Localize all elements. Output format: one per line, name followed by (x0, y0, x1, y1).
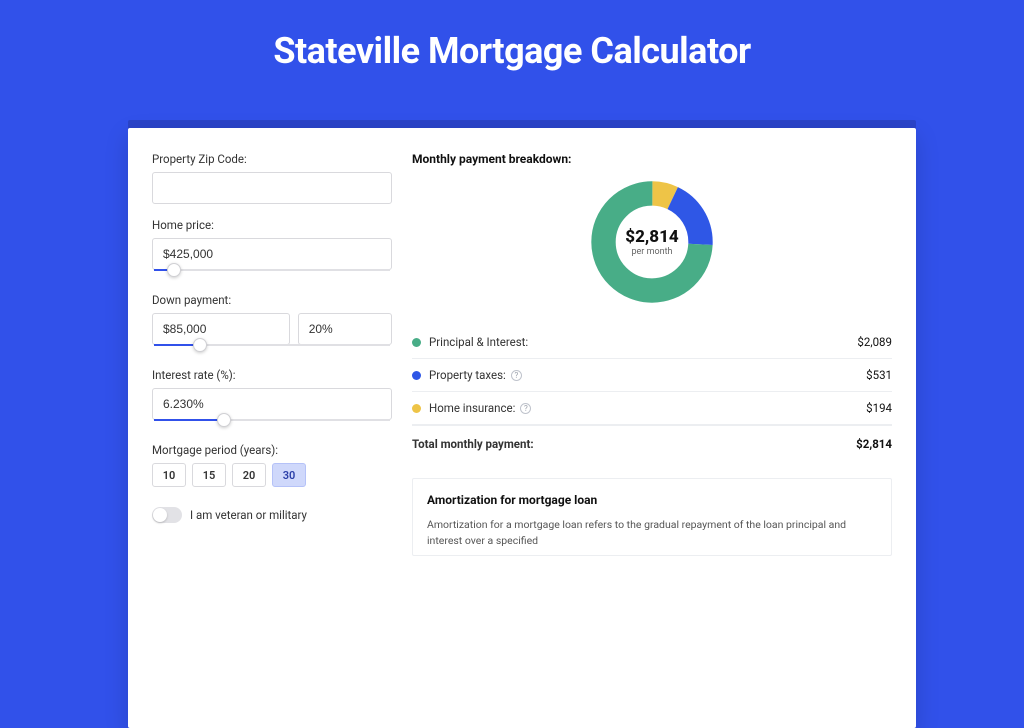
legend-dot-taxes (412, 371, 421, 380)
calculator-card: Property Zip Code: Home price: Down paym… (128, 128, 916, 728)
breakdown-column: Monthly payment breakdown: $2,814 per mo… (412, 152, 892, 728)
form-column: Property Zip Code: Home price: Down paym… (152, 152, 392, 728)
home-price-slider[interactable] (152, 269, 392, 279)
amortization-box: Amortization for mortgage loan Amortizat… (412, 478, 892, 556)
period-option-20[interactable]: 20 (232, 463, 266, 487)
interest-rate-slider-thumb[interactable] (217, 413, 231, 427)
mortgage-period-field: Mortgage period (years): 10 15 20 30 (152, 443, 392, 487)
zip-label: Property Zip Code: (152, 152, 392, 166)
interest-rate-label: Interest rate (%): (152, 368, 392, 382)
donut-center: $2,814 per month (588, 178, 716, 306)
interest-rate-field: Interest rate (%): (152, 368, 392, 429)
donut-center-sub: per month (631, 247, 672, 257)
legend-label-total: Total monthly payment: (412, 437, 534, 451)
legend-label-principal: Principal & Interest: (429, 335, 528, 349)
zip-input[interactable] (152, 172, 392, 204)
breakdown-title: Monthly payment breakdown: (412, 152, 892, 166)
down-payment-field: Down payment: (152, 293, 392, 354)
legend-row-total: Total monthly payment: $2,814 (412, 425, 892, 460)
help-icon[interactable]: ? (520, 403, 531, 414)
period-option-10[interactable]: 10 (152, 463, 186, 487)
interest-rate-slider[interactable] (152, 419, 392, 429)
down-payment-amount-input[interactable] (152, 313, 290, 345)
veteran-toggle-row: I am veteran or military (152, 507, 392, 523)
legend-dot-insurance (412, 404, 421, 413)
home-price-slider-thumb[interactable] (167, 263, 181, 277)
legend-row-principal: Principal & Interest: $2,089 (412, 326, 892, 359)
mortgage-period-options: 10 15 20 30 (152, 463, 392, 487)
legend-value-principal: $2,089 (857, 335, 892, 349)
legend-label-taxes: Property taxes: (429, 368, 506, 382)
donut-center-amount: $2,814 (625, 227, 678, 247)
amortization-title: Amortization for mortgage loan (427, 493, 877, 507)
veteran-toggle[interactable] (152, 507, 182, 523)
period-option-30[interactable]: 30 (272, 463, 306, 487)
donut-chart-area: $2,814 per month (412, 178, 892, 306)
down-payment-label: Down payment: (152, 293, 392, 307)
help-icon[interactable]: ? (511, 370, 522, 381)
home-price-input[interactable] (152, 238, 392, 270)
veteran-toggle-label: I am veteran or military (190, 508, 307, 522)
page-title: Stateville Mortgage Calculator (0, 30, 1024, 72)
down-payment-slider-thumb[interactable] (193, 338, 207, 352)
breakdown-legend: Principal & Interest: $2,089 Property ta… (412, 326, 892, 460)
home-price-field: Home price: (152, 218, 392, 279)
interest-rate-input[interactable] (152, 388, 392, 420)
home-price-label: Home price: (152, 218, 392, 232)
period-option-15[interactable]: 15 (192, 463, 226, 487)
legend-dot-principal (412, 338, 421, 347)
down-payment-slider[interactable] (152, 344, 392, 354)
legend-label-insurance: Home insurance: (429, 401, 515, 415)
legend-value-insurance: $194 (866, 401, 892, 415)
veteran-toggle-knob (153, 508, 167, 522)
legend-value-total: $2,814 (856, 437, 892, 451)
donut-chart: $2,814 per month (588, 178, 716, 306)
amortization-text: Amortization for a mortgage loan refers … (427, 517, 877, 549)
down-payment-percent-input[interactable] (298, 313, 392, 345)
legend-value-taxes: $531 (866, 368, 892, 382)
mortgage-period-label: Mortgage period (years): (152, 443, 392, 457)
legend-row-taxes: Property taxes: ? $531 (412, 359, 892, 392)
legend-row-insurance: Home insurance: ? $194 (412, 392, 892, 425)
zip-field: Property Zip Code: (152, 152, 392, 204)
interest-rate-slider-fill (154, 419, 226, 421)
